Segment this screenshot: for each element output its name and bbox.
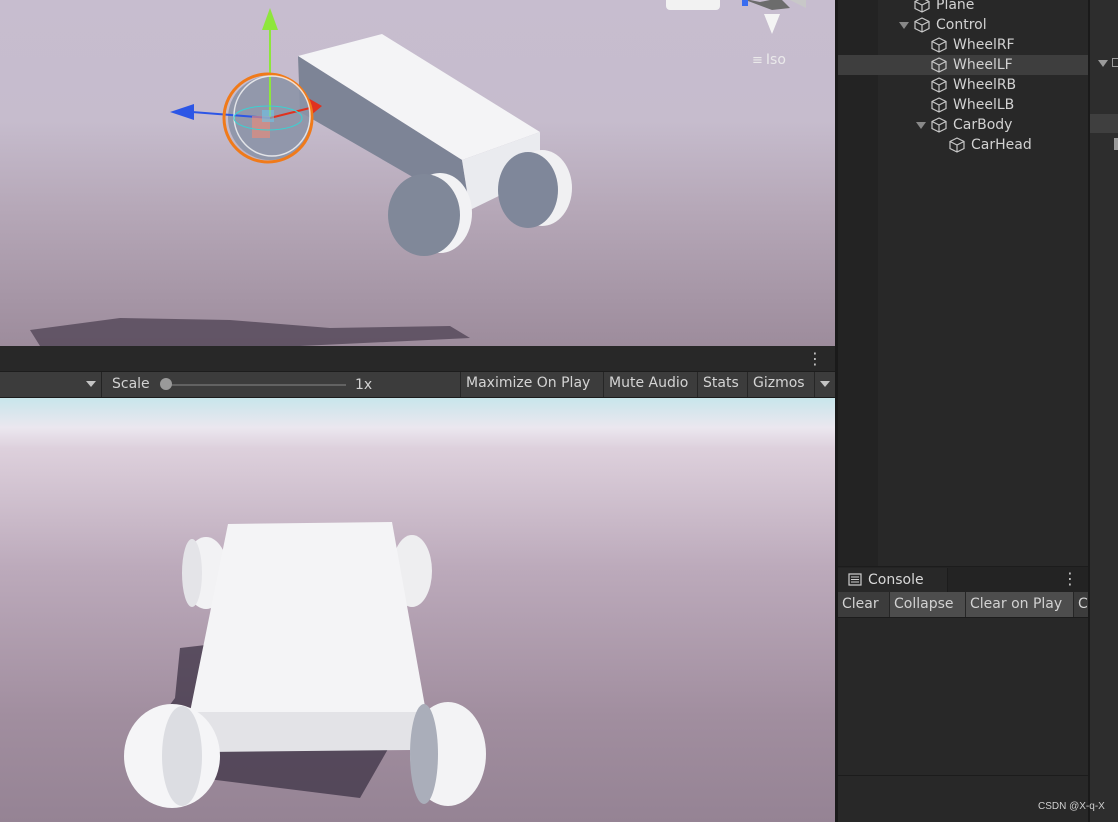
hierarchy-item-control[interactable]: Control [838,15,1088,35]
inspector-selected-row[interactable] [1090,114,1118,133]
hierarchy-item-label: WheelRB [953,77,1017,93]
gameobject-cube-icon [931,77,947,93]
scene-orientation-gizmo[interactable] [666,0,806,34]
hierarchy-item-label: CarHead [971,137,1032,153]
console-toolbar: Clear Collapse Clear on Play C [838,592,1088,618]
hierarchy-item-label: CarBody [953,117,1013,133]
gameobject-cube-icon [931,37,947,53]
console-clear-button[interactable]: Clear [838,592,890,617]
fold-arrow-icon[interactable] [1098,60,1108,67]
display-dropdown[interactable] [0,372,102,397]
hierarchy-item-label: Plane [936,0,975,13]
gizmos-dropdown-arrow[interactable] [814,372,835,397]
console-clear-on-play-toggle[interactable]: Clear on Play [966,592,1074,617]
scale-value: 1x [355,377,373,393]
gameobject-cube-icon [949,137,965,153]
car-object-scene[interactable] [228,34,572,256]
hierarchy-item-plane[interactable]: Plane [838,0,1088,15]
console-tab-bar: Console ⋮ [838,567,1088,592]
console-divider [838,775,1088,776]
scale-slider-handle[interactable] [160,378,172,390]
maximize-on-play-button[interactable]: Maximize On Play [460,372,603,397]
game-viewport[interactable] [0,398,835,822]
hierarchy-item-carhead[interactable]: CarHead [838,135,1088,155]
hierarchy-item-wheellb[interactable]: WheelLB [838,95,1088,115]
hierarchy-item-wheelrf[interactable]: WheelRF [838,35,1088,55]
watermark: CSDN @X-q-X [1038,801,1105,812]
console-tab-label: Console [868,572,924,588]
projection-label[interactable]: ≡ Iso [752,52,786,68]
hierarchy-panel: Plane Control WheelRF WheelLF WheelRB Wh… [838,0,1088,566]
gameobject-cube-icon [931,57,947,73]
hierarchy-item-carbody[interactable]: CarBody [838,115,1088,135]
inspector-field[interactable] [1114,138,1118,150]
gameobject-cube-icon [914,17,930,33]
more-options-icon[interactable]: ⋮ [1062,571,1078,587]
game-toolbar: Scale 1x Maximize On Play Mute Audio Sta… [0,372,835,398]
inspector-panel [1088,0,1118,822]
fold-arrow-icon[interactable] [899,22,909,29]
scene-view[interactable]: ≡ Iso [0,0,835,346]
console-icon [848,573,862,586]
stats-button[interactable]: Stats [697,372,747,397]
hierarchy-item-label: WheelLB [953,97,1015,113]
mute-audio-button[interactable]: Mute Audio [603,372,697,397]
game-view[interactable] [0,398,835,822]
hierarchy-item-label: Control [936,17,987,33]
component-icon [1112,58,1118,67]
hierarchy-item-wheellf[interactable]: WheelLF [838,55,1088,75]
chevron-down-icon [86,381,96,387]
hierarchy-item-label: WheelLF [953,57,1013,73]
game-tab-bar: ⋮ [0,346,835,372]
scale-label: Scale [112,376,150,392]
fold-arrow-icon[interactable] [916,122,926,129]
hierarchy-item-wheelrb[interactable]: WheelRB [838,75,1088,95]
console-collapse-toggle[interactable]: Collapse [890,592,966,617]
scale-slider-track[interactable] [166,384,346,386]
gameobject-cube-icon [914,0,930,13]
console-panel: Console ⋮ Clear Collapse Clear on Play C [838,566,1088,822]
more-options-icon[interactable]: ⋮ [807,351,823,367]
menu-lines-icon: ≡ [752,53,763,68]
console-clear-on-build-toggle[interactable]: C [1074,592,1088,617]
tab-console[interactable]: Console [838,568,948,592]
gameobject-cube-icon [931,117,947,133]
hierarchy-item-label: WheelRF [953,37,1015,53]
gameobject-cube-icon [931,97,947,113]
scene-viewport[interactable] [0,0,835,346]
gizmos-button[interactable]: Gizmos [747,372,814,397]
